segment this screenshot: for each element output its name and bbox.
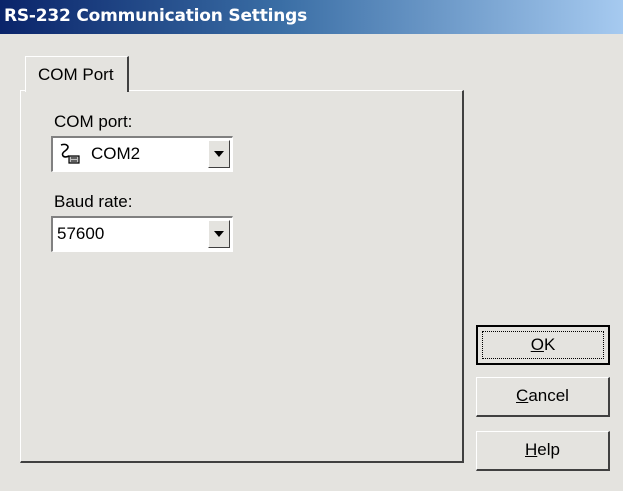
com-port-dropdown-button[interactable] <box>208 140 230 168</box>
tab-com-port[interactable]: COM Port <box>25 56 129 92</box>
baud-rate-select[interactable]: 57600 <box>51 216 233 252</box>
tab-panel: COM port: COM2 Baud rate: 57600 <box>20 90 464 463</box>
window-title: RS-232 Communication Settings <box>4 6 308 26</box>
help-label-rest: elp <box>537 440 560 459</box>
help-mnemonic: H <box>525 440 538 459</box>
cancel-label-rest: ancel <box>528 386 569 405</box>
dialog-window: RS-232 Communication Settings COM Port C… <box>0 0 623 491</box>
com-port-value: COM2 <box>91 144 141 163</box>
baud-rate-dropdown-button[interactable] <box>208 220 230 248</box>
tab-label: COM Port <box>38 65 114 84</box>
baud-rate-value: 57600 <box>57 224 105 243</box>
focus-rect <box>482 331 604 359</box>
baud-rate-label: Baud rate: <box>54 192 133 211</box>
cancel-mnemonic: C <box>516 386 529 405</box>
serial-port-icon <box>60 143 80 164</box>
cancel-button[interactable]: Cancel <box>476 377 610 417</box>
ok-button[interactable]: OK <box>476 325 610 365</box>
com-port-select[interactable]: COM2 <box>51 136 233 172</box>
help-button[interactable]: Help <box>476 431 610 471</box>
com-port-label: COM port: <box>54 112 133 131</box>
title-bar[interactable]: RS-232 Communication Settings <box>0 0 623 34</box>
